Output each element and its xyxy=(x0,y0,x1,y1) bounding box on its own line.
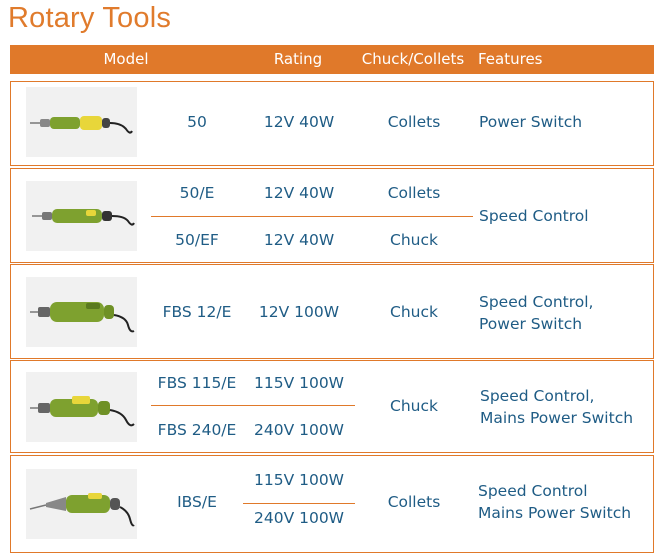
chuck-cell: Chuck xyxy=(390,231,438,249)
rotary-tool-ibse-photo xyxy=(26,469,137,539)
page-title: Rotary Tools xyxy=(8,2,172,34)
row-divider xyxy=(243,503,355,504)
model-cell: 50/E xyxy=(179,184,215,202)
rotary-tool-fbs12e-photo xyxy=(26,277,137,347)
rotary-tools-table: Model Rating Chuck/Collets Features 50 1… xyxy=(10,45,654,553)
model-cell: IBS/E xyxy=(177,493,217,511)
rating-cell: 115V 100W xyxy=(253,374,345,392)
table-header: Model Rating Chuck/Collets Features xyxy=(10,45,654,74)
features-cell: Speed Control, xyxy=(480,387,595,405)
rating-cell: 115V 100W xyxy=(253,471,345,489)
chuck-cell: Collets xyxy=(387,113,441,131)
table-row: 50/E 12V 40W Collets Speed Control 50/EF… xyxy=(10,168,654,263)
header-chuck-collets: Chuck/Collets xyxy=(361,50,465,68)
model-cell: FBS 12/E xyxy=(162,303,232,321)
model-cell: 50 xyxy=(187,113,207,131)
features-cell: Mains Power Switch xyxy=(478,504,632,522)
header-rating: Rating xyxy=(273,50,323,68)
rating-cell: 240V 100W xyxy=(253,421,345,439)
model-cell: FBS 240/E xyxy=(157,421,237,439)
table-row: FBS 12/E 12V 100W Chuck Speed Control, P… xyxy=(10,264,654,359)
chuck-cell: Chuck xyxy=(390,397,438,415)
rotary-tool-50-photo xyxy=(26,87,137,157)
features-cell: Speed Control xyxy=(478,482,588,500)
header-features: Features xyxy=(478,50,543,68)
features-cell: Power Switch xyxy=(479,315,583,333)
rating-cell: 12V 40W xyxy=(263,113,335,131)
chuck-cell: Chuck xyxy=(390,303,438,321)
rating-cell: 12V 40W xyxy=(263,184,335,202)
rating-cell: 240V 100W xyxy=(253,509,345,527)
features-cell: Speed Control, xyxy=(479,293,594,311)
header-model: Model xyxy=(103,50,149,68)
row-divider xyxy=(151,405,355,406)
features-cell: Power Switch xyxy=(479,113,583,131)
features-cell: Speed Control xyxy=(479,207,589,225)
rating-cell: 12V 100W xyxy=(258,303,340,321)
rating-cell: 12V 40W xyxy=(263,231,335,249)
model-cell: FBS 115/E xyxy=(157,374,237,392)
rotary-tool-fbs115e-photo xyxy=(26,372,137,442)
chuck-cell: Collets xyxy=(387,493,441,511)
rotary-tool-50e-photo xyxy=(26,181,137,251)
features-cell: Mains Power Switch xyxy=(480,409,634,427)
model-cell: 50/EF xyxy=(175,231,219,249)
chuck-cell: Collets xyxy=(387,184,441,202)
table-row: FBS 115/E 115V 100W Chuck Speed Control,… xyxy=(10,360,654,453)
table-row: 50 12V 40W Collets Power Switch xyxy=(10,81,654,166)
row-divider xyxy=(151,216,473,217)
table-row: IBS/E 115V 100W 240V 100W Collets Speed … xyxy=(10,455,654,553)
